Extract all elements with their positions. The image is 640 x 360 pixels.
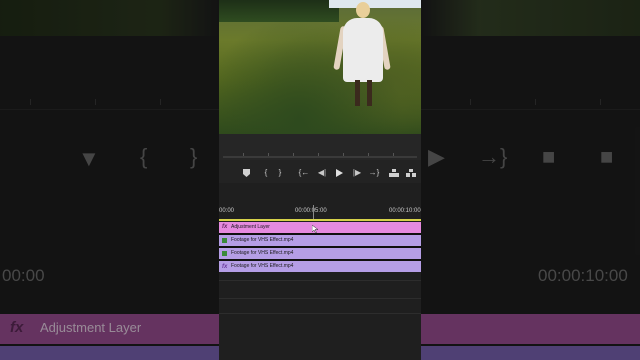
timeline-empty-row (219, 298, 421, 299)
step-back-icon[interactable]: ◀| (315, 166, 329, 180)
extract-icon[interactable] (404, 166, 418, 180)
clip-color-icon (222, 251, 227, 256)
track-adjustment-layer[interactable]: fx Adjustment Layer (219, 222, 421, 233)
video-person-leg (355, 80, 360, 106)
timecode-end: 00:00:10:00 (389, 208, 421, 214)
track-footage-clip[interactable]: Footage for VHS Effect.mp4 (219, 248, 421, 259)
clip-color-icon (222, 238, 227, 243)
video-person-leg (367, 80, 372, 106)
track-label: Footage for VHS Effect.mp4 (231, 250, 294, 256)
mark-out-icon[interactable]: } (273, 166, 287, 180)
video-sky (329, 0, 421, 8)
work-area-bar[interactable] (219, 219, 421, 221)
track-footage-clip[interactable]: Footage for VHS Effect.mp4 (219, 235, 421, 246)
timeline-empty-row (219, 313, 421, 314)
monitor-scrub-ruler[interactable] (223, 153, 417, 158)
track-footage-clip-fx[interactable]: fx Footage for VHS Effect.mp4 (219, 261, 421, 272)
lift-icon[interactable] (387, 166, 401, 180)
timeline-ruler[interactable]: 00:00 00:00:05:00 00:00:10:00 (219, 204, 421, 220)
video-person-head (356, 2, 370, 18)
timeline-empty-row (219, 280, 421, 281)
go-to-in-icon[interactable]: {← (297, 166, 311, 180)
track-label: Footage for VHS Effect.mp4 (231, 263, 294, 269)
track-label: Footage for VHS Effect.mp4 (231, 237, 294, 243)
mouse-cursor-icon (312, 225, 318, 233)
fx-badge-icon: fx (222, 264, 228, 270)
video-trees (219, 0, 339, 22)
program-monitor-video (219, 0, 421, 134)
go-to-out-icon[interactable]: →} (367, 166, 381, 180)
timecode-mid: 00:00:05:00 (295, 208, 327, 214)
track-label: Adjustment Layer (231, 224, 270, 230)
play-icon[interactable] (332, 166, 346, 180)
timecode-start: 00:00 (219, 208, 235, 214)
marker-icon[interactable] (239, 166, 253, 180)
mark-in-icon[interactable]: { (259, 166, 273, 180)
transport-controls: { } {← ◀| |▶ →} (219, 164, 421, 182)
video-person (343, 18, 383, 82)
step-forward-icon[interactable]: |▶ (350, 166, 364, 180)
fx-badge-icon: fx (222, 224, 228, 230)
editor-panel: { } {← ◀| |▶ →} 00:00 00:00:05:00 00:00:… (219, 0, 421, 360)
